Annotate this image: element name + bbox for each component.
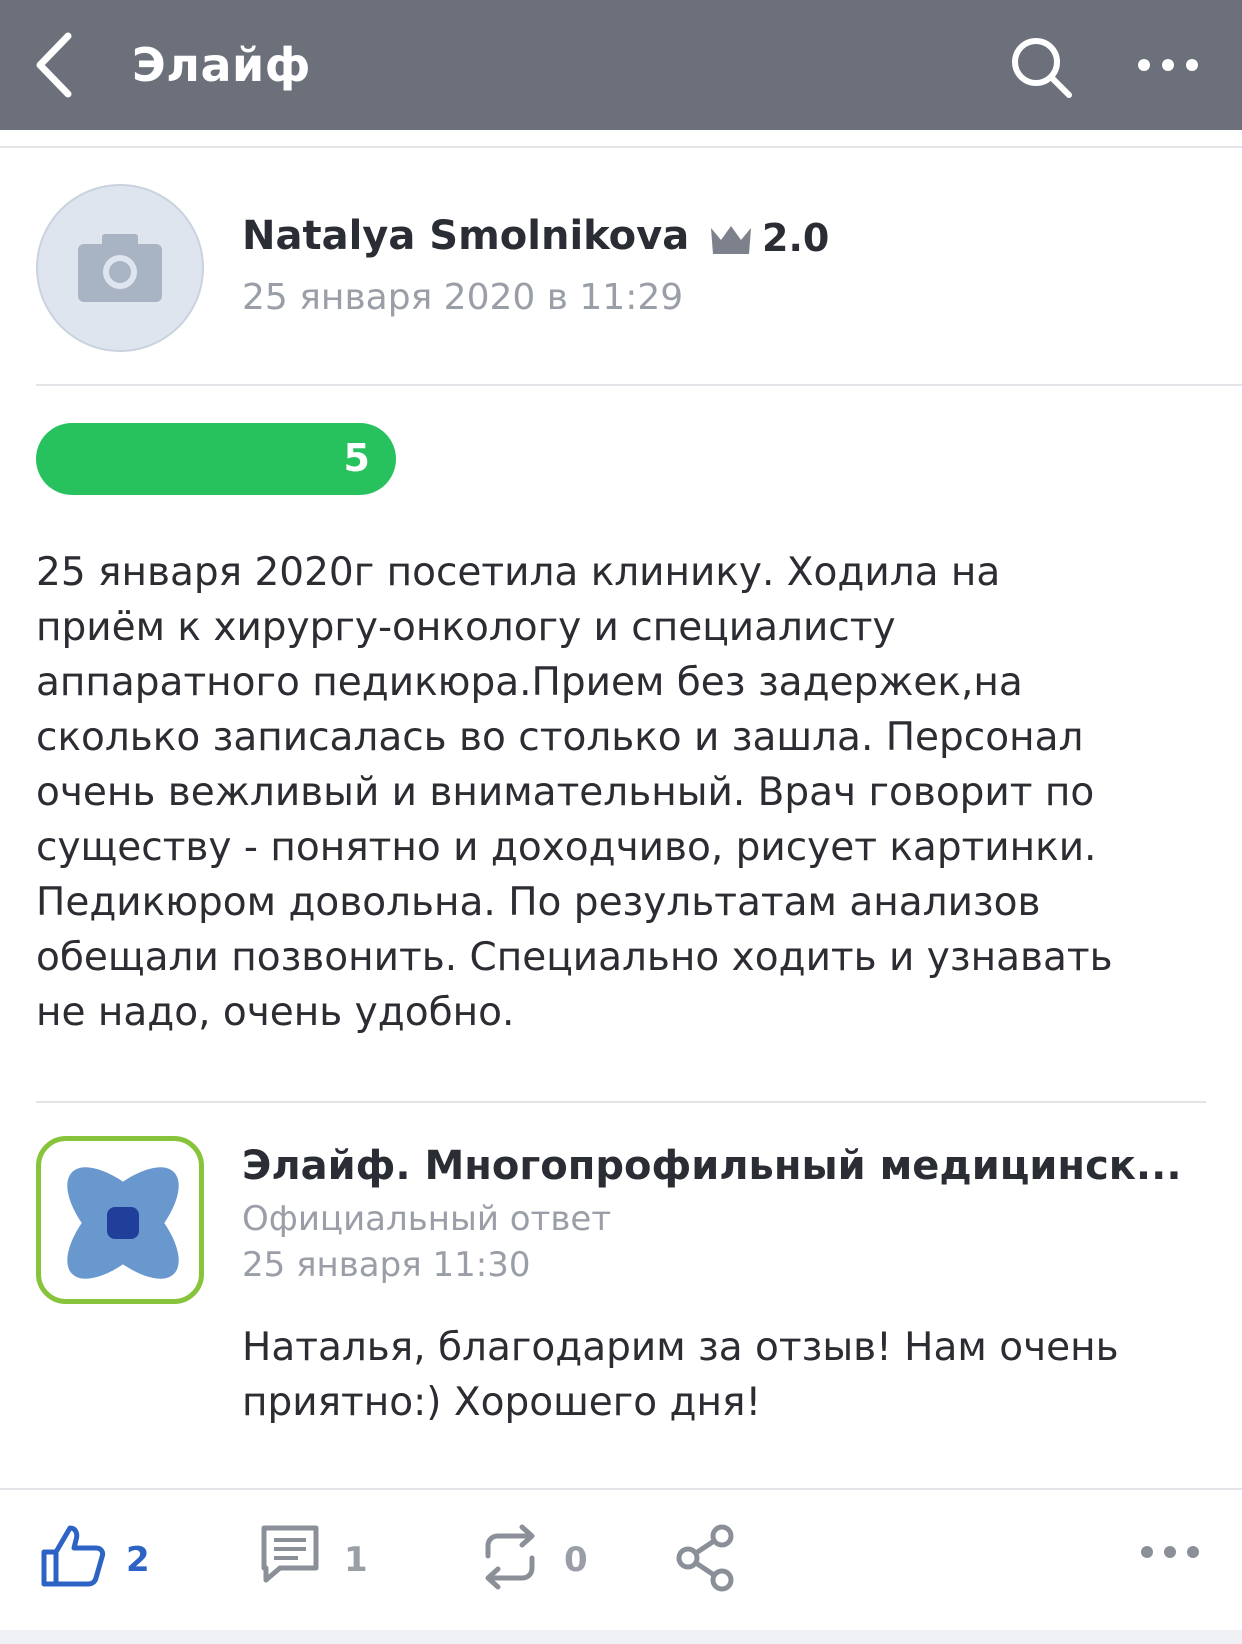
official-reply-label: Официальный ответ bbox=[242, 1199, 612, 1239]
score-badge: 5 bbox=[36, 423, 396, 495]
company-logo[interactable] bbox=[36, 1136, 204, 1304]
divider bbox=[36, 1101, 1206, 1103]
page-title: Элайф bbox=[132, 38, 311, 92]
share-icon bbox=[676, 1524, 734, 1592]
bottom-divider bbox=[0, 1630, 1242, 1644]
more-actions-button[interactable] bbox=[1140, 1522, 1200, 1598]
review-text: 25 января 2020г посетила клинику. Ходила… bbox=[36, 550, 1113, 1035]
divider bbox=[0, 146, 1242, 148]
divider bbox=[36, 384, 1242, 386]
comment-button[interactable]: 1 bbox=[258, 1522, 368, 1598]
share-button[interactable] bbox=[674, 1522, 744, 1598]
reply-date: 25 января 11:30 bbox=[242, 1245, 531, 1285]
more-horizontal-icon bbox=[1141, 1546, 1199, 1558]
chevron-left-icon[interactable] bbox=[30, 30, 90, 100]
comment-icon bbox=[261, 1525, 319, 1583]
comment-count: 1 bbox=[344, 1540, 368, 1580]
crown-icon bbox=[709, 224, 753, 256]
like-button[interactable]: 2 bbox=[40, 1522, 160, 1598]
company-name[interactable]: Элайф. Многопрофильный медицинск... bbox=[242, 1143, 1182, 1189]
avatar[interactable] bbox=[36, 184, 204, 352]
camera-icon bbox=[78, 234, 162, 302]
like-count: 2 bbox=[126, 1540, 150, 1580]
user-level: 2.0 bbox=[762, 216, 830, 260]
top-app-bar: Элайф bbox=[0, 0, 1242, 130]
repost-button[interactable]: 0 bbox=[478, 1522, 588, 1598]
review-date: 25 января 2020 в 11:29 bbox=[242, 277, 684, 318]
score-value: 5 bbox=[343, 436, 370, 480]
more-horizontal-icon[interactable] bbox=[1136, 48, 1200, 82]
reply-text: Наталья, благодарим за отзыв! Нам очень … bbox=[242, 1325, 1119, 1425]
repost-icon bbox=[485, 1524, 535, 1590]
thumbs-up-icon bbox=[41, 1525, 106, 1587]
repost-count: 0 bbox=[564, 1540, 588, 1580]
author-name[interactable]: Natalya Smolnikova bbox=[242, 213, 689, 259]
divider bbox=[0, 1488, 1242, 1490]
search-icon[interactable] bbox=[1008, 34, 1074, 100]
